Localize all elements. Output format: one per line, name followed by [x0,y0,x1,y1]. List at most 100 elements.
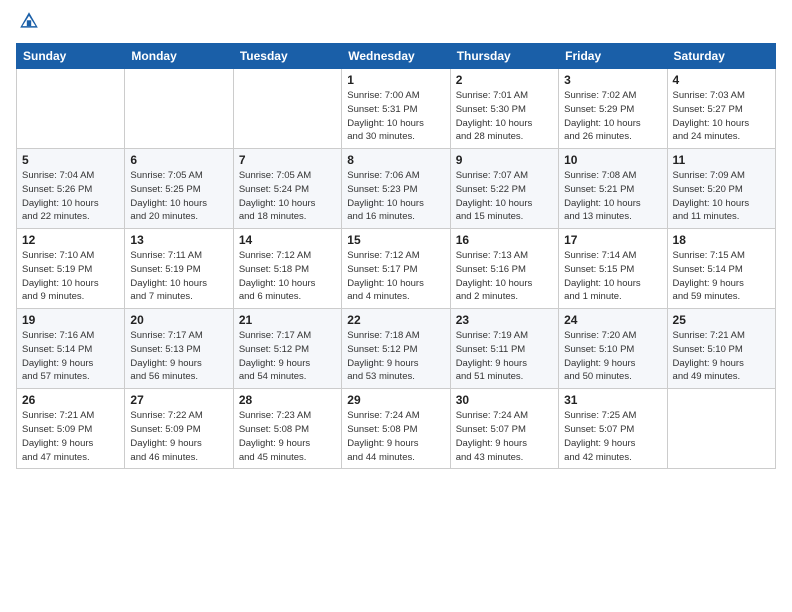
calendar-day-cell: 16 Sunrise: 7:13 AM Sunset: 5:16 PM Dayli… [450,229,558,309]
calendar-day-cell: 3Sunrise: 7:02 AM Sunset: 5:29 PM Daylig… [559,69,667,149]
day-info: Sunrise: 7:24 AM Sunset: 5:07 PM Dayligh… [456,409,553,464]
day-info: Sunrise: 7:12 AM Sunset: 5:18 PM Dayligh… [239,249,336,304]
calendar-day-cell: 15 Sunrise: 7:12 AM Sunset: 5:17 PM Dayli… [342,229,450,309]
calendar-week-row: 19 Sunrise: 7:16 AM Sunset: 5:14 PM Dayli… [17,309,776,389]
day-info: Sunrise: 7:25 AM Sunset: 5:07 PM Dayligh… [564,409,661,464]
day-info: Sunrise: 7:19 AM Sunset: 5:11 PM Dayligh… [456,329,553,384]
day-number: 11 [673,153,770,167]
day-info: Sunrise: 7:18 AM Sunset: 5:12 PM Dayligh… [347,329,444,384]
calendar-day-cell: 17Sunrise: 7:14 AM Sunset: 5:15 PM Dayli… [559,229,667,309]
logo-icon [18,10,40,32]
calendar-day-cell [233,69,341,149]
day-number: 5 [22,153,119,167]
calendar-week-row: 26 Sunrise: 7:21 AM Sunset: 5:09 PM Dayli… [17,389,776,469]
day-number: 17 [564,233,661,247]
day-info: Sunrise: 7:08 AM Sunset: 5:21 PM Dayligh… [564,169,661,224]
calendar-day-cell: 12 Sunrise: 7:10 AM Sunset: 5:19 PM Dayli… [17,229,125,309]
header-row: SundayMondayTuesdayWednesdayThursdayFrid… [17,44,776,69]
day-info: Sunrise: 7:24 AM Sunset: 5:08 PM Dayligh… [347,409,444,464]
day-number: 1 [347,73,444,87]
day-number: 27 [130,393,227,407]
day-info: Sunrise: 7:05 AM Sunset: 5:25 PM Dayligh… [130,169,227,224]
day-number: 14 [239,233,336,247]
weekday-header: Wednesday [342,44,450,69]
weekday-header: Friday [559,44,667,69]
day-number: 30 [456,393,553,407]
day-number: 6 [130,153,227,167]
weekday-header: Saturday [667,44,775,69]
day-info: Sunrise: 7:06 AM Sunset: 5:23 PM Dayligh… [347,169,444,224]
day-info: Sunrise: 7:16 AM Sunset: 5:14 PM Dayligh… [22,329,119,384]
day-info: Sunrise: 7:20 AM Sunset: 5:10 PM Dayligh… [564,329,661,384]
header [16,10,776,37]
calendar-day-cell: 4 Sunrise: 7:03 AM Sunset: 5:27 PM Daylig… [667,69,775,149]
day-info: Sunrise: 7:21 AM Sunset: 5:09 PM Dayligh… [22,409,119,464]
day-number: 3 [564,73,661,87]
calendar-day-cell: 2Sunrise: 7:01 AM Sunset: 5:30 PM Daylig… [450,69,558,149]
calendar-day-cell [125,69,233,149]
calendar-day-cell: 20 Sunrise: 7:17 AM Sunset: 5:13 PM Dayli… [125,309,233,389]
calendar-day-cell: 27 Sunrise: 7:22 AM Sunset: 5:09 PM Dayli… [125,389,233,469]
calendar-day-cell: 30 Sunrise: 7:24 AM Sunset: 5:07 PM Dayli… [450,389,558,469]
day-info: Sunrise: 7:12 AM Sunset: 5:17 PM Dayligh… [347,249,444,304]
day-number: 28 [239,393,336,407]
day-info: Sunrise: 7:13 AM Sunset: 5:16 PM Dayligh… [456,249,553,304]
weekday-header: Tuesday [233,44,341,69]
day-number: 12 [22,233,119,247]
day-info: Sunrise: 7:00 AM Sunset: 5:31 PM Dayligh… [347,89,444,144]
day-number: 15 [347,233,444,247]
calendar-day-cell: 21 Sunrise: 7:17 AM Sunset: 5:12 PM Dayli… [233,309,341,389]
calendar-week-row: 5 Sunrise: 7:04 AM Sunset: 5:26 PM Daylig… [17,149,776,229]
day-info: Sunrise: 7:17 AM Sunset: 5:13 PM Dayligh… [130,329,227,384]
day-info: Sunrise: 7:23 AM Sunset: 5:08 PM Dayligh… [239,409,336,464]
calendar-week-row: 1 Sunrise: 7:00 AM Sunset: 5:31 PM Daylig… [17,69,776,149]
calendar-day-cell [17,69,125,149]
day-info: Sunrise: 7:01 AM Sunset: 5:30 PM Dayligh… [456,89,553,144]
calendar-day-cell: 26 Sunrise: 7:21 AM Sunset: 5:09 PM Dayli… [17,389,125,469]
day-info: Sunrise: 7:09 AM Sunset: 5:20 PM Dayligh… [673,169,770,224]
day-number: 4 [673,73,770,87]
calendar-day-cell: 11 Sunrise: 7:09 AM Sunset: 5:20 PM Dayli… [667,149,775,229]
day-info: Sunrise: 7:17 AM Sunset: 5:12 PM Dayligh… [239,329,336,384]
calendar-week-row: 12 Sunrise: 7:10 AM Sunset: 5:19 PM Dayli… [17,229,776,309]
day-number: 29 [347,393,444,407]
weekday-header: Monday [125,44,233,69]
calendar-day-cell: 6 Sunrise: 7:05 AM Sunset: 5:25 PM Daylig… [125,149,233,229]
calendar-table: SundayMondayTuesdayWednesdayThursdayFrid… [16,43,776,469]
day-number: 22 [347,313,444,327]
day-number: 8 [347,153,444,167]
calendar-day-cell: 28 Sunrise: 7:23 AM Sunset: 5:08 PM Dayli… [233,389,341,469]
calendar-day-cell: 14 Sunrise: 7:12 AM Sunset: 5:18 PM Dayli… [233,229,341,309]
calendar-day-cell: 9Sunrise: 7:07 AM Sunset: 5:22 PM Daylig… [450,149,558,229]
day-info: Sunrise: 7:03 AM Sunset: 5:27 PM Dayligh… [673,89,770,144]
calendar-day-cell: 5 Sunrise: 7:04 AM Sunset: 5:26 PM Daylig… [17,149,125,229]
day-info: Sunrise: 7:05 AM Sunset: 5:24 PM Dayligh… [239,169,336,224]
day-number: 10 [564,153,661,167]
calendar-day-cell: 25Sunrise: 7:21 AM Sunset: 5:10 PM Dayli… [667,309,775,389]
day-number: 20 [130,313,227,327]
day-info: Sunrise: 7:04 AM Sunset: 5:26 PM Dayligh… [22,169,119,224]
calendar-day-cell: 23Sunrise: 7:19 AM Sunset: 5:11 PM Dayli… [450,309,558,389]
day-info: Sunrise: 7:21 AM Sunset: 5:10 PM Dayligh… [673,329,770,384]
day-info: Sunrise: 7:22 AM Sunset: 5:09 PM Dayligh… [130,409,227,464]
logo [16,10,42,37]
day-info: Sunrise: 7:15 AM Sunset: 5:14 PM Dayligh… [673,249,770,304]
day-number: 24 [564,313,661,327]
calendar-day-cell: 29 Sunrise: 7:24 AM Sunset: 5:08 PM Dayli… [342,389,450,469]
day-info: Sunrise: 7:10 AM Sunset: 5:19 PM Dayligh… [22,249,119,304]
weekday-header: Thursday [450,44,558,69]
calendar-day-cell: 1 Sunrise: 7:00 AM Sunset: 5:31 PM Daylig… [342,69,450,149]
calendar-day-cell: 8 Sunrise: 7:06 AM Sunset: 5:23 PM Daylig… [342,149,450,229]
calendar-day-cell: 19 Sunrise: 7:16 AM Sunset: 5:14 PM Dayli… [17,309,125,389]
calendar-day-cell: 10 Sunrise: 7:08 AM Sunset: 5:21 PM Dayli… [559,149,667,229]
day-number: 21 [239,313,336,327]
calendar-day-cell: 22 Sunrise: 7:18 AM Sunset: 5:12 PM Dayli… [342,309,450,389]
calendar-day-cell: 13Sunrise: 7:11 AM Sunset: 5:19 PM Dayli… [125,229,233,309]
day-number: 26 [22,393,119,407]
day-number: 16 [456,233,553,247]
calendar-day-cell: 31Sunrise: 7:25 AM Sunset: 5:07 PM Dayli… [559,389,667,469]
calendar-day-cell [667,389,775,469]
day-number: 19 [22,313,119,327]
calendar-day-cell: 18Sunrise: 7:15 AM Sunset: 5:14 PM Dayli… [667,229,775,309]
calendar-day-cell: 24 Sunrise: 7:20 AM Sunset: 5:10 PM Dayli… [559,309,667,389]
